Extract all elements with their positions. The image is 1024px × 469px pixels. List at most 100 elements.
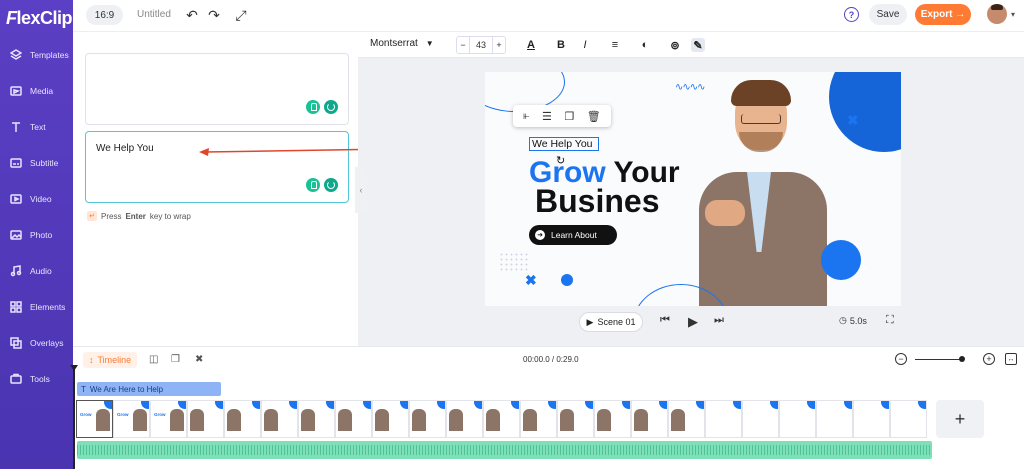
flexclip-logo[interactable]: FlexClip (6, 8, 73, 29)
sidebar-item-subtitle[interactable]: Subtitle (0, 148, 73, 178)
idea-icon[interactable] (306, 178, 320, 192)
scene-thumbnail[interactable] (446, 400, 483, 438)
next-icon[interactable]: ⏭ (714, 314, 724, 327)
text-track-clip[interactable]: T We Are Here to Help (77, 382, 221, 396)
scene-thumbnail[interactable] (520, 400, 557, 438)
text-card[interactable] (85, 53, 349, 125)
sidebar-item-media[interactable]: Media (0, 76, 73, 106)
timeline-toggle[interactable]: ↕ Timeline (83, 352, 138, 368)
zoom-out-button[interactable]: − (895, 353, 907, 365)
sidebar-item-video[interactable]: Video (0, 184, 73, 214)
zoom-slider[interactable] (915, 359, 963, 360)
align-icon[interactable]: ≡ (608, 38, 622, 52)
video-preview[interactable]: ∿∿∿∿ ∿∿∿ ✖ ✖ Grow Your Busines ➜ Learn A… (485, 72, 901, 306)
decorative-dot (561, 274, 573, 286)
export-button[interactable]: Export → (915, 4, 971, 25)
scene-thumbnail[interactable]: Grow (113, 400, 150, 438)
previous-icon[interactable]: ⏮ (660, 314, 670, 327)
fullscreen-preview-icon[interactable]: ⛶ (886, 314, 894, 327)
layers-icon[interactable]: ☰ (542, 110, 552, 123)
scene-thumbnail[interactable] (261, 400, 298, 438)
text-color-icon[interactable]: A (524, 38, 538, 52)
fullscreen-icon[interactable]: ⤢ (233, 7, 249, 23)
chevron-down-icon[interactable]: ▾ (1011, 10, 1015, 19)
scene-thumbnail[interactable] (816, 400, 853, 438)
scene-thumbnail[interactable] (853, 400, 890, 438)
help-icon[interactable]: ? (844, 7, 859, 22)
scene-thumbnail[interactable] (779, 400, 816, 438)
scene-thumbnail[interactable] (187, 400, 224, 438)
add-scene-button[interactable]: + (936, 400, 984, 438)
sidebar-item-templates[interactable]: Templates (0, 40, 73, 70)
save-button[interactable]: Save (869, 4, 907, 25)
play-icon[interactable]: ▶ (688, 314, 698, 330)
scene-thumbnail[interactable] (594, 400, 631, 438)
duplicate-icon[interactable]: ❐ (564, 110, 574, 123)
font-size-stepper[interactable]: − 43 + (456, 36, 506, 54)
scene-thumbnail[interactable] (668, 400, 705, 438)
scene-thumbnail[interactable] (483, 400, 520, 438)
scene-thumbnail[interactable] (705, 400, 742, 438)
audio-track[interactable] (77, 441, 932, 459)
scene-thumbnail[interactable] (890, 400, 927, 438)
selected-text[interactable]: We Help You (532, 138, 593, 150)
split-icon[interactable]: ◫ (149, 354, 158, 365)
scene-thumbnail[interactable]: Grow (76, 400, 113, 438)
zoom-in-button[interactable]: + (983, 353, 995, 365)
bold-icon[interactable]: B (554, 38, 568, 52)
audio-icon (10, 265, 22, 277)
card-actions (306, 178, 338, 192)
scene-thumbnail[interactable] (742, 400, 779, 438)
delete-icon[interactable]: ✖ (195, 354, 203, 365)
headline-line2[interactable]: Busines (535, 185, 659, 217)
learn-about-button[interactable]: ➜ Learn About (529, 225, 617, 245)
sidebar-item-overlays[interactable]: Overlays (0, 328, 73, 358)
hint-suffix: key to wrap (149, 211, 191, 221)
scene-thumbnail[interactable] (335, 400, 372, 438)
sidebar-item-label: Photo (30, 230, 53, 240)
businessman-photo[interactable] (685, 80, 827, 306)
increase-size-button[interactable]: + (493, 37, 505, 53)
playhead[interactable] (73, 367, 75, 469)
highlight-icon[interactable]: ✎ (691, 38, 705, 52)
idea-icon[interactable] (306, 100, 320, 114)
scene-thumbnail[interactable] (224, 400, 261, 438)
avatar[interactable] (987, 4, 1007, 24)
scene-thumbnail[interactable] (298, 400, 335, 438)
delete-icon[interactable]: 🗑 (587, 110, 601, 123)
scene-thumbnail[interactable] (631, 400, 668, 438)
font-select[interactable]: Montserrat ▼ (370, 38, 434, 49)
sidebar-item-photo[interactable]: Photo (0, 220, 73, 250)
decrease-size-button[interactable]: − (457, 37, 469, 53)
ai-rewrite-icon[interactable] (324, 100, 338, 114)
scene-thumbnail[interactable] (409, 400, 446, 438)
font-size-value[interactable]: 43 (469, 37, 493, 53)
sidebar-item-elements[interactable]: Elements (0, 292, 73, 322)
effects-icon[interactable]: ⊚ (668, 38, 682, 52)
ai-rewrite-icon[interactable] (324, 178, 338, 192)
scene-label: Scene 01 (597, 317, 636, 327)
rotate-icon[interactable]: ↻ (556, 154, 565, 167)
scene-thumbnail[interactable] (372, 400, 409, 438)
opacity-icon[interactable]: ◐ (638, 38, 652, 52)
sidebar-item-tools[interactable]: Tools (0, 364, 73, 394)
zoom-slider-handle[interactable] (959, 356, 965, 362)
scene-duration[interactable]: ◷ 5.0s (839, 315, 867, 326)
playback-controls: ▶ Scene 01 ⏮ ▶ ⏭ ◷ 5.0s ⛶ (358, 312, 1024, 336)
sidebar-item-text[interactable]: Text (0, 112, 73, 142)
project-title[interactable]: Untitled (137, 9, 171, 20)
italic-icon[interactable]: I (578, 38, 592, 52)
duplicate-icon[interactable]: ❐ (171, 354, 180, 365)
timeline-label: Timeline (97, 355, 132, 365)
undo-icon[interactable]: ↶ (184, 7, 200, 23)
sidebar-item-audio[interactable]: Audio (0, 256, 73, 286)
scene-thumbnail[interactable] (557, 400, 594, 438)
collapse-panel-button[interactable]: ‹ (355, 167, 367, 213)
scene-selector[interactable]: ▶ Scene 01 (579, 312, 643, 332)
expand-timeline-icon[interactable]: ↔ (1005, 353, 1017, 365)
scene-thumbnail[interactable]: Grow (150, 400, 187, 438)
align-left-icon[interactable]: ⫦ (523, 110, 529, 123)
redo-icon[interactable]: ↷ (206, 7, 222, 23)
aspect-ratio-button[interactable]: 16:9 (86, 5, 123, 25)
text-card-content[interactable]: We Help You (96, 143, 154, 154)
